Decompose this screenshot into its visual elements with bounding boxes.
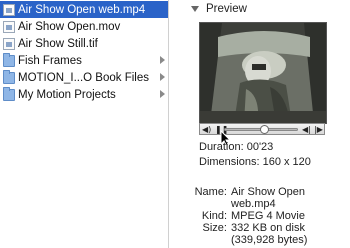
dimensions-line: Dimensions: 160 x 120	[199, 156, 311, 168]
list-item-label: Air Show Open web.mp4	[18, 3, 146, 16]
list-item-label: My Motion Projects	[18, 88, 116, 101]
size-value-continued: (339,928 bytes)	[231, 234, 308, 246]
size-row-continued: (339,928 bytes)	[169, 234, 350, 246]
dimensions-label: Dimensions:	[199, 156, 260, 168]
disclosure-arrow-icon[interactable]	[160, 73, 165, 81]
movie-controller: ◀) ❚❚ ◀| |▶	[199, 123, 325, 135]
document-icon	[3, 20, 15, 33]
speaker-icon[interactable]: ◀)	[202, 125, 211, 134]
disclosure-arrow-icon[interactable]	[160, 56, 165, 64]
list-item[interactable]: Air Show Open web.mp4	[0, 1, 168, 18]
list-item[interactable]: Air Show Still.tif	[0, 35, 168, 52]
size-row: Size: 332 KB on disk	[169, 222, 350, 234]
list-item-label: Air Show Still.tif	[18, 37, 98, 50]
name-label: Name:	[194, 186, 227, 198]
disclosure-arrow-icon[interactable]	[160, 90, 165, 98]
document-icon	[3, 3, 15, 16]
video-preview[interactable]	[199, 22, 327, 124]
file-list: Air Show Open web.mp4 Air Show Open.mov …	[0, 0, 169, 248]
list-item-label: MOTION_I...O Book Files	[18, 71, 149, 84]
disclosure-triangle-icon[interactable]	[191, 6, 199, 12]
folder-icon	[3, 52, 15, 67]
size-value: 332 KB on disk	[231, 222, 305, 234]
document-icon	[3, 37, 15, 50]
kind-row: Kind: MPEG 4 Movie	[169, 210, 350, 222]
preview-pane: Preview ◀) ❚❚ ◀| |▶ Duration: 00'23 Dime…	[169, 0, 350, 248]
name-row: Name: Air Show Open	[169, 186, 350, 198]
duration-value: 00'23	[246, 141, 274, 153]
list-item-label: Fish Frames	[18, 54, 82, 67]
kind-value: MPEG 4 Movie	[231, 210, 305, 222]
list-item-label: Air Show Open.mov	[18, 20, 121, 33]
name-value-continued: web.mp4	[231, 198, 276, 210]
duration-line: Duration: 00'23	[199, 141, 273, 153]
folder-icon	[3, 86, 15, 101]
kind-label: Kind:	[201, 210, 227, 222]
preview-title: Preview	[206, 3, 247, 15]
folder-icon	[3, 69, 15, 84]
step-forward-icon[interactable]: |▶	[314, 125, 323, 134]
step-back-icon[interactable]: ◀|	[302, 125, 311, 134]
list-item[interactable]: Fish Frames	[0, 52, 168, 69]
video-frame-image	[200, 23, 326, 123]
duration-label: Duration:	[199, 141, 244, 153]
name-row-continued: web.mp4	[169, 198, 350, 210]
list-item[interactable]: My Motion Projects	[0, 86, 168, 103]
dimensions-value: 160 x 120	[262, 156, 311, 168]
name-value: Air Show Open	[231, 186, 305, 198]
size-label: Size:	[202, 222, 227, 234]
list-item[interactable]: Air Show Open.mov	[0, 18, 168, 35]
list-item[interactable]: MOTION_I...O Book Files	[0, 69, 168, 86]
scrubber-thumb[interactable]	[259, 125, 269, 134]
preview-header[interactable]: Preview	[191, 2, 247, 16]
